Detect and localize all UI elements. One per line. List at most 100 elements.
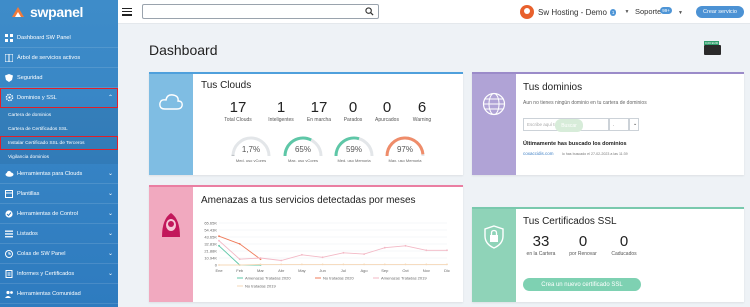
- y-tick-label: 21.88K: [204, 249, 217, 254]
- gauge-label: Max. uso Memoria: [388, 158, 422, 163]
- x-tick-label: Mar: [257, 268, 265, 273]
- data-point: [280, 259, 283, 262]
- data-point: [218, 244, 220, 247]
- stat-total-clouds[interactable]: 17 Total Clouds: [218, 99, 258, 124]
- page-title: Dashboard: [149, 42, 218, 58]
- search-input[interactable]: [142, 4, 379, 19]
- sidebar-item-domains-ssl[interactable]: Dominios y SSL ⌃: [0, 88, 118, 108]
- stat-parked[interactable]: 0 Apurcados: [367, 99, 407, 124]
- tenant-switcher[interactable]: Sw Hosting - Demo 1 ▼: [520, 5, 629, 19]
- data-point: [259, 257, 262, 259]
- brand-logo[interactable]: swpanel: [0, 0, 118, 24]
- sidebar-item-templates[interactable]: Plantillas ⌄: [0, 184, 118, 204]
- stat-label: en la Cartera: [526, 251, 556, 257]
- sidebar-item-reports[interactable]: Informes y Certificados ⌄: [0, 264, 118, 284]
- ssl-stat-renew[interactable]: 0 por Renovar: [563, 234, 603, 258]
- community-icon: [4, 289, 14, 299]
- lock-shield-icon: [484, 225, 504, 249]
- data-point: [259, 263, 262, 266]
- y-tick-label: 10.94K: [204, 256, 217, 261]
- x-tick-label: Oct: [402, 268, 409, 273]
- check-icon: [4, 209, 14, 219]
- sidebar-item-service-tree[interactable]: Árbol de servicios activos: [0, 48, 118, 68]
- chevron-down-icon: ⌄: [107, 211, 113, 217]
- hacker-icon: [162, 213, 180, 237]
- data-point: [425, 263, 428, 266]
- data-point: [280, 263, 283, 266]
- stat-label: Total Clouds: [224, 117, 252, 123]
- data-point: [218, 239, 220, 242]
- y-tick-label: 0: [215, 263, 218, 268]
- sidebar-item-control-tools[interactable]: Herramientas de Control ⌄: [0, 204, 118, 224]
- chevron-down-icon[interactable]: ⌄: [629, 118, 639, 131]
- sidebar-item-listings[interactable]: Listados ⌄: [0, 224, 118, 244]
- sidebar-item-label: Dominios y SSL: [17, 94, 57, 101]
- wallet-icon[interactable]: [704, 45, 721, 55]
- template-icon: [4, 189, 14, 199]
- ssl-stat-portfolio[interactable]: 33 en la Cartera: [521, 234, 561, 258]
- data-point: [321, 256, 324, 259]
- sidebar-subitem-domain-portfolio[interactable]: Cartera de dominios: [0, 108, 118, 122]
- ssl-stat-expired[interactable]: 0 Caducados: [604, 233, 644, 258]
- sidebar-item-security[interactable]: Seguridad: [0, 68, 118, 88]
- x-tick-label: Jun: [319, 268, 325, 273]
- stat-value: 0: [382, 99, 392, 116]
- series-line: [218, 245, 261, 266]
- hamburger-menu-icon[interactable]: [122, 7, 132, 16]
- y-tick-label: 54.43K: [204, 228, 217, 233]
- chevron-down-icon: ⌄: [107, 251, 113, 257]
- domains-title: Tus dominios: [523, 82, 583, 93]
- sidebar-item-label: Instalar Certificado SSL de Terceros: [8, 140, 85, 146]
- series-line: [218, 240, 447, 261]
- domain-search-button[interactable]: Buscar: [555, 119, 583, 132]
- gauge-max-vcores: 65% Max. uso vCores: [281, 134, 325, 163]
- y-tick-label: 65.65K: [204, 221, 217, 226]
- data-point: [383, 263, 386, 266]
- support-menu[interactable]: Soporte99+ ▼: [635, 7, 683, 16]
- clouds-card: Tus Clouds 17 Total Clouds 1 Inteligentes …: [149, 72, 463, 175]
- new-ssl-certificate-button[interactable]: Crea un nuevo certificado SSL: [523, 278, 641, 291]
- avatar: [520, 5, 534, 19]
- clouds-title: Tus Clouds: [201, 80, 252, 91]
- stat-smart[interactable]: 1 Inteligentes: [261, 100, 301, 124]
- series-line: [218, 235, 261, 260]
- sidebar-item-dashboard[interactable]: Dashboard SW Panel: [0, 28, 118, 48]
- create-service-button[interactable]: Crear servicio: [696, 6, 744, 18]
- recent-searches-title: Últimamente has buscado los dominios: [523, 141, 627, 147]
- sidebar-item-cloud-tools[interactable]: Herramientas para Clouds ⌄: [0, 164, 118, 184]
- report-icon: [4, 269, 14, 279]
- gauge-label: Med. uso Memoria: [337, 158, 371, 163]
- gauge-max-memory: 97% Max. uso Memoria: [383, 134, 427, 163]
- recent-domain-link[interactable]: coxaccidis.com: [523, 151, 554, 156]
- caret-down-icon: ▼: [678, 10, 683, 16]
- data-point: [425, 249, 428, 252]
- sidebar-subitem-install-third-party-ssl[interactable]: Instalar Certificado SSL de Terceros: [0, 136, 118, 150]
- swpanel-logo-icon: [12, 7, 24, 17]
- clouds-card-band: [149, 74, 193, 175]
- support-badge: 99+: [660, 7, 672, 14]
- stat-value: 0: [619, 233, 629, 250]
- sidebar-item-label: Seguridad: [17, 74, 43, 81]
- sidebar: swpanel Dashboard SW Panel Árbol de serv…: [0, 0, 118, 307]
- sidebar-item-community[interactable]: Herramientas Comunidad: [0, 284, 118, 304]
- data-point: [218, 235, 220, 238]
- data-point: [218, 264, 220, 266]
- caret-down-icon: ▼: [624, 9, 630, 15]
- gauge-value: 1,7%: [241, 145, 261, 154]
- x-tick-label: Jul: [341, 268, 346, 273]
- sidebar-subitem-domain-watch[interactable]: Vigilancia dominios: [0, 150, 118, 164]
- sidebar-subitem-ssl-portfolio[interactable]: Cartera de Certificados SSL: [0, 122, 118, 136]
- stat-warning[interactable]: 6 Warning: [402, 100, 442, 124]
- data-point: [404, 263, 407, 266]
- tld-select[interactable]: .: [609, 118, 629, 131]
- legend-label: No tratadas 2020: [323, 276, 354, 281]
- search-icon[interactable]: [365, 7, 374, 16]
- stat-label: Inteligentes: [268, 117, 294, 123]
- stat-value: 17: [229, 99, 247, 116]
- data-point: [238, 243, 241, 245]
- shield-icon: [4, 73, 14, 83]
- grid-icon: [4, 33, 14, 43]
- sidebar-item-label: Vigilancia dominios: [8, 154, 49, 160]
- gear-icon: [4, 93, 14, 103]
- sidebar-item-queues[interactable]: Colas de SW Panel ⌄: [0, 244, 118, 264]
